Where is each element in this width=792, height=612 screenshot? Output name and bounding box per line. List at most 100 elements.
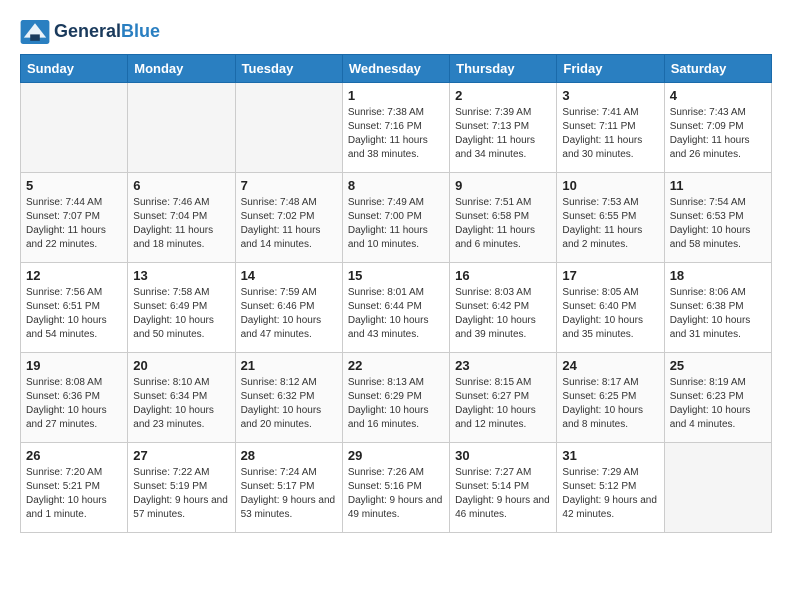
calendar-day: 2 Sunrise: 7:39 AMSunset: 7:13 PMDaylight…: [450, 83, 557, 173]
day-info: Sunrise: 7:41 AMSunset: 7:11 PMDaylight:…: [562, 106, 658, 162]
day-number: 28: [241, 448, 337, 463]
calendar-day: [664, 443, 771, 533]
day-number: 11: [670, 178, 766, 193]
day-info: Sunrise: 7:38 AMSunset: 7:16 PMDaylight:…: [348, 106, 444, 162]
day-info: Sunrise: 7:27 AMSunset: 5:14 PMDaylight:…: [455, 466, 551, 522]
page-header: GeneralBlue: [20, 20, 772, 44]
column-header-thursday: Thursday: [450, 55, 557, 83]
calendar-day: 16 Sunrise: 8:03 AMSunset: 6:42 PMDayligh…: [450, 263, 557, 353]
calendar-day: [21, 83, 128, 173]
day-info: Sunrise: 8:03 AMSunset: 6:42 PMDaylight:…: [455, 286, 551, 342]
calendar-day: 28 Sunrise: 7:24 AMSunset: 5:17 PMDayligh…: [235, 443, 342, 533]
calendar-day: 26 Sunrise: 7:20 AMSunset: 5:21 PMDayligh…: [21, 443, 128, 533]
calendar-day: 4Sunrise: 7:43 AMSunset: 7:09 PMDaylight…: [664, 83, 771, 173]
day-info: Sunrise: 8:17 AMSunset: 6:25 PMDaylight:…: [562, 376, 658, 432]
day-info: Sunrise: 7:51 AMSunset: 6:58 PMDaylight:…: [455, 196, 551, 252]
day-number: 1: [348, 88, 444, 103]
day-info: Sunrise: 7:24 AMSunset: 5:17 PMDaylight:…: [241, 466, 337, 522]
day-info: Sunrise: 7:26 AMSunset: 5:16 PMDaylight:…: [348, 466, 444, 522]
calendar-day: 10 Sunrise: 7:53 AMSunset: 6:55 PMDayligh…: [557, 173, 664, 263]
calendar-day: 30 Sunrise: 7:27 AMSunset: 5:14 PMDayligh…: [450, 443, 557, 533]
day-info: Sunrise: 7:29 AMSunset: 5:12 PMDaylight:…: [562, 466, 658, 522]
day-number: 29: [348, 448, 444, 463]
calendar-day: 25 Sunrise: 8:19 AMSunset: 6:23 PMDayligh…: [664, 353, 771, 443]
logo: GeneralBlue: [20, 20, 160, 44]
day-number: 8: [348, 178, 444, 193]
calendar-day: 31 Sunrise: 7:29 AMSunset: 5:12 PMDayligh…: [557, 443, 664, 533]
calendar-day: 9Sunrise: 7:51 AMSunset: 6:58 PMDaylight…: [450, 173, 557, 263]
day-info: Sunrise: 8:08 AMSunset: 6:36 PMDaylight:…: [26, 376, 122, 432]
day-info: Sunrise: 8:19 AMSunset: 6:23 PMDaylight:…: [670, 376, 766, 432]
day-number: 27: [133, 448, 229, 463]
calendar-day: 1 Sunrise: 7:38 AMSunset: 7:16 PMDaylight…: [342, 83, 449, 173]
day-info: Sunrise: 8:12 AMSunset: 6:32 PMDaylight:…: [241, 376, 337, 432]
day-number: 7: [241, 178, 337, 193]
logo-text-blue: Blue: [121, 21, 160, 41]
calendar-day: 13Sunrise: 7:58 AMSunset: 6:49 PMDayligh…: [128, 263, 235, 353]
day-info: Sunrise: 7:54 AMSunset: 6:53 PMDaylight:…: [670, 196, 766, 252]
calendar-week-5: 26 Sunrise: 7:20 AMSunset: 5:21 PMDayligh…: [21, 443, 772, 533]
calendar-day: [128, 83, 235, 173]
day-number: 25: [670, 358, 766, 373]
calendar-week-3: 12 Sunrise: 7:56 AMSunset: 6:51 PMDayligh…: [21, 263, 772, 353]
day-info: Sunrise: 7:22 AMSunset: 5:19 PMDaylight:…: [133, 466, 229, 522]
calendar-week-1: 1 Sunrise: 7:38 AMSunset: 7:16 PMDaylight…: [21, 83, 772, 173]
calendar-day: 21 Sunrise: 8:12 AMSunset: 6:32 PMDayligh…: [235, 353, 342, 443]
column-header-monday: Monday: [128, 55, 235, 83]
day-number: 19: [26, 358, 122, 373]
day-info: Sunrise: 7:53 AMSunset: 6:55 PMDaylight:…: [562, 196, 658, 252]
day-info: Sunrise: 7:48 AMSunset: 7:02 PMDaylight:…: [241, 196, 337, 252]
calendar-day: 18Sunrise: 8:06 AMSunset: 6:38 PMDayligh…: [664, 263, 771, 353]
day-info: Sunrise: 8:13 AMSunset: 6:29 PMDaylight:…: [348, 376, 444, 432]
calendar-week-4: 19 Sunrise: 8:08 AMSunset: 6:36 PMDayligh…: [21, 353, 772, 443]
logo-text-general: GeneralBlue: [54, 22, 160, 42]
day-number: 6: [133, 178, 229, 193]
day-number: 14: [241, 268, 337, 283]
calendar-day: 19 Sunrise: 8:08 AMSunset: 6:36 PMDayligh…: [21, 353, 128, 443]
calendar-day: 6Sunrise: 7:46 AMSunset: 7:04 PMDaylight…: [128, 173, 235, 263]
day-number: 26: [26, 448, 122, 463]
calendar-header-row: SundayMondayTuesdayWednesdayThursdayFrid…: [21, 55, 772, 83]
calendar-day: 5 Sunrise: 7:44 AMSunset: 7:07 PMDaylight…: [21, 173, 128, 263]
day-number: 23: [455, 358, 551, 373]
day-number: 10: [562, 178, 658, 193]
column-header-friday: Friday: [557, 55, 664, 83]
day-info: Sunrise: 7:49 AMSunset: 7:00 PMDaylight:…: [348, 196, 444, 252]
day-number: 21: [241, 358, 337, 373]
day-info: Sunrise: 7:20 AMSunset: 5:21 PMDaylight:…: [26, 466, 122, 522]
calendar-day: 23 Sunrise: 8:15 AMSunset: 6:27 PMDayligh…: [450, 353, 557, 443]
calendar-day: 20 Sunrise: 8:10 AMSunset: 6:34 PMDayligh…: [128, 353, 235, 443]
calendar-day: 29 Sunrise: 7:26 AMSunset: 5:16 PMDayligh…: [342, 443, 449, 533]
day-number: 5: [26, 178, 122, 193]
logo-icon: [20, 20, 50, 44]
column-header-wednesday: Wednesday: [342, 55, 449, 83]
day-number: 18: [670, 268, 766, 283]
day-info: Sunrise: 7:59 AMSunset: 6:46 PMDaylight:…: [241, 286, 337, 342]
day-number: 2: [455, 88, 551, 103]
day-info: Sunrise: 8:10 AMSunset: 6:34 PMDaylight:…: [133, 376, 229, 432]
calendar-day: 12 Sunrise: 7:56 AMSunset: 6:51 PMDayligh…: [21, 263, 128, 353]
column-header-saturday: Saturday: [664, 55, 771, 83]
day-number: 17: [562, 268, 658, 283]
column-header-sunday: Sunday: [21, 55, 128, 83]
day-number: 22: [348, 358, 444, 373]
day-number: 3: [562, 88, 658, 103]
day-number: 15: [348, 268, 444, 283]
calendar-day: [235, 83, 342, 173]
calendar-day: 14 Sunrise: 7:59 AMSunset: 6:46 PMDayligh…: [235, 263, 342, 353]
day-number: 20: [133, 358, 229, 373]
day-info: Sunrise: 7:56 AMSunset: 6:51 PMDaylight:…: [26, 286, 122, 342]
day-number: 31: [562, 448, 658, 463]
column-header-tuesday: Tuesday: [235, 55, 342, 83]
day-number: 12: [26, 268, 122, 283]
calendar-day: 15 Sunrise: 8:01 AMSunset: 6:44 PMDayligh…: [342, 263, 449, 353]
day-info: Sunrise: 8:15 AMSunset: 6:27 PMDaylight:…: [455, 376, 551, 432]
day-number: 30: [455, 448, 551, 463]
calendar-day: 3 Sunrise: 7:41 AMSunset: 7:11 PMDaylight…: [557, 83, 664, 173]
day-info: Sunrise: 7:44 AMSunset: 7:07 PMDaylight:…: [26, 196, 122, 252]
day-info: Sunrise: 8:01 AMSunset: 6:44 PMDaylight:…: [348, 286, 444, 342]
calendar-day: 8 Sunrise: 7:49 AMSunset: 7:00 PMDaylight…: [342, 173, 449, 263]
day-info: Sunrise: 7:39 AMSunset: 7:13 PMDaylight:…: [455, 106, 551, 162]
day-number: 16: [455, 268, 551, 283]
day-info: Sunrise: 7:43 AMSunset: 7:09 PMDaylight:…: [670, 106, 766, 162]
